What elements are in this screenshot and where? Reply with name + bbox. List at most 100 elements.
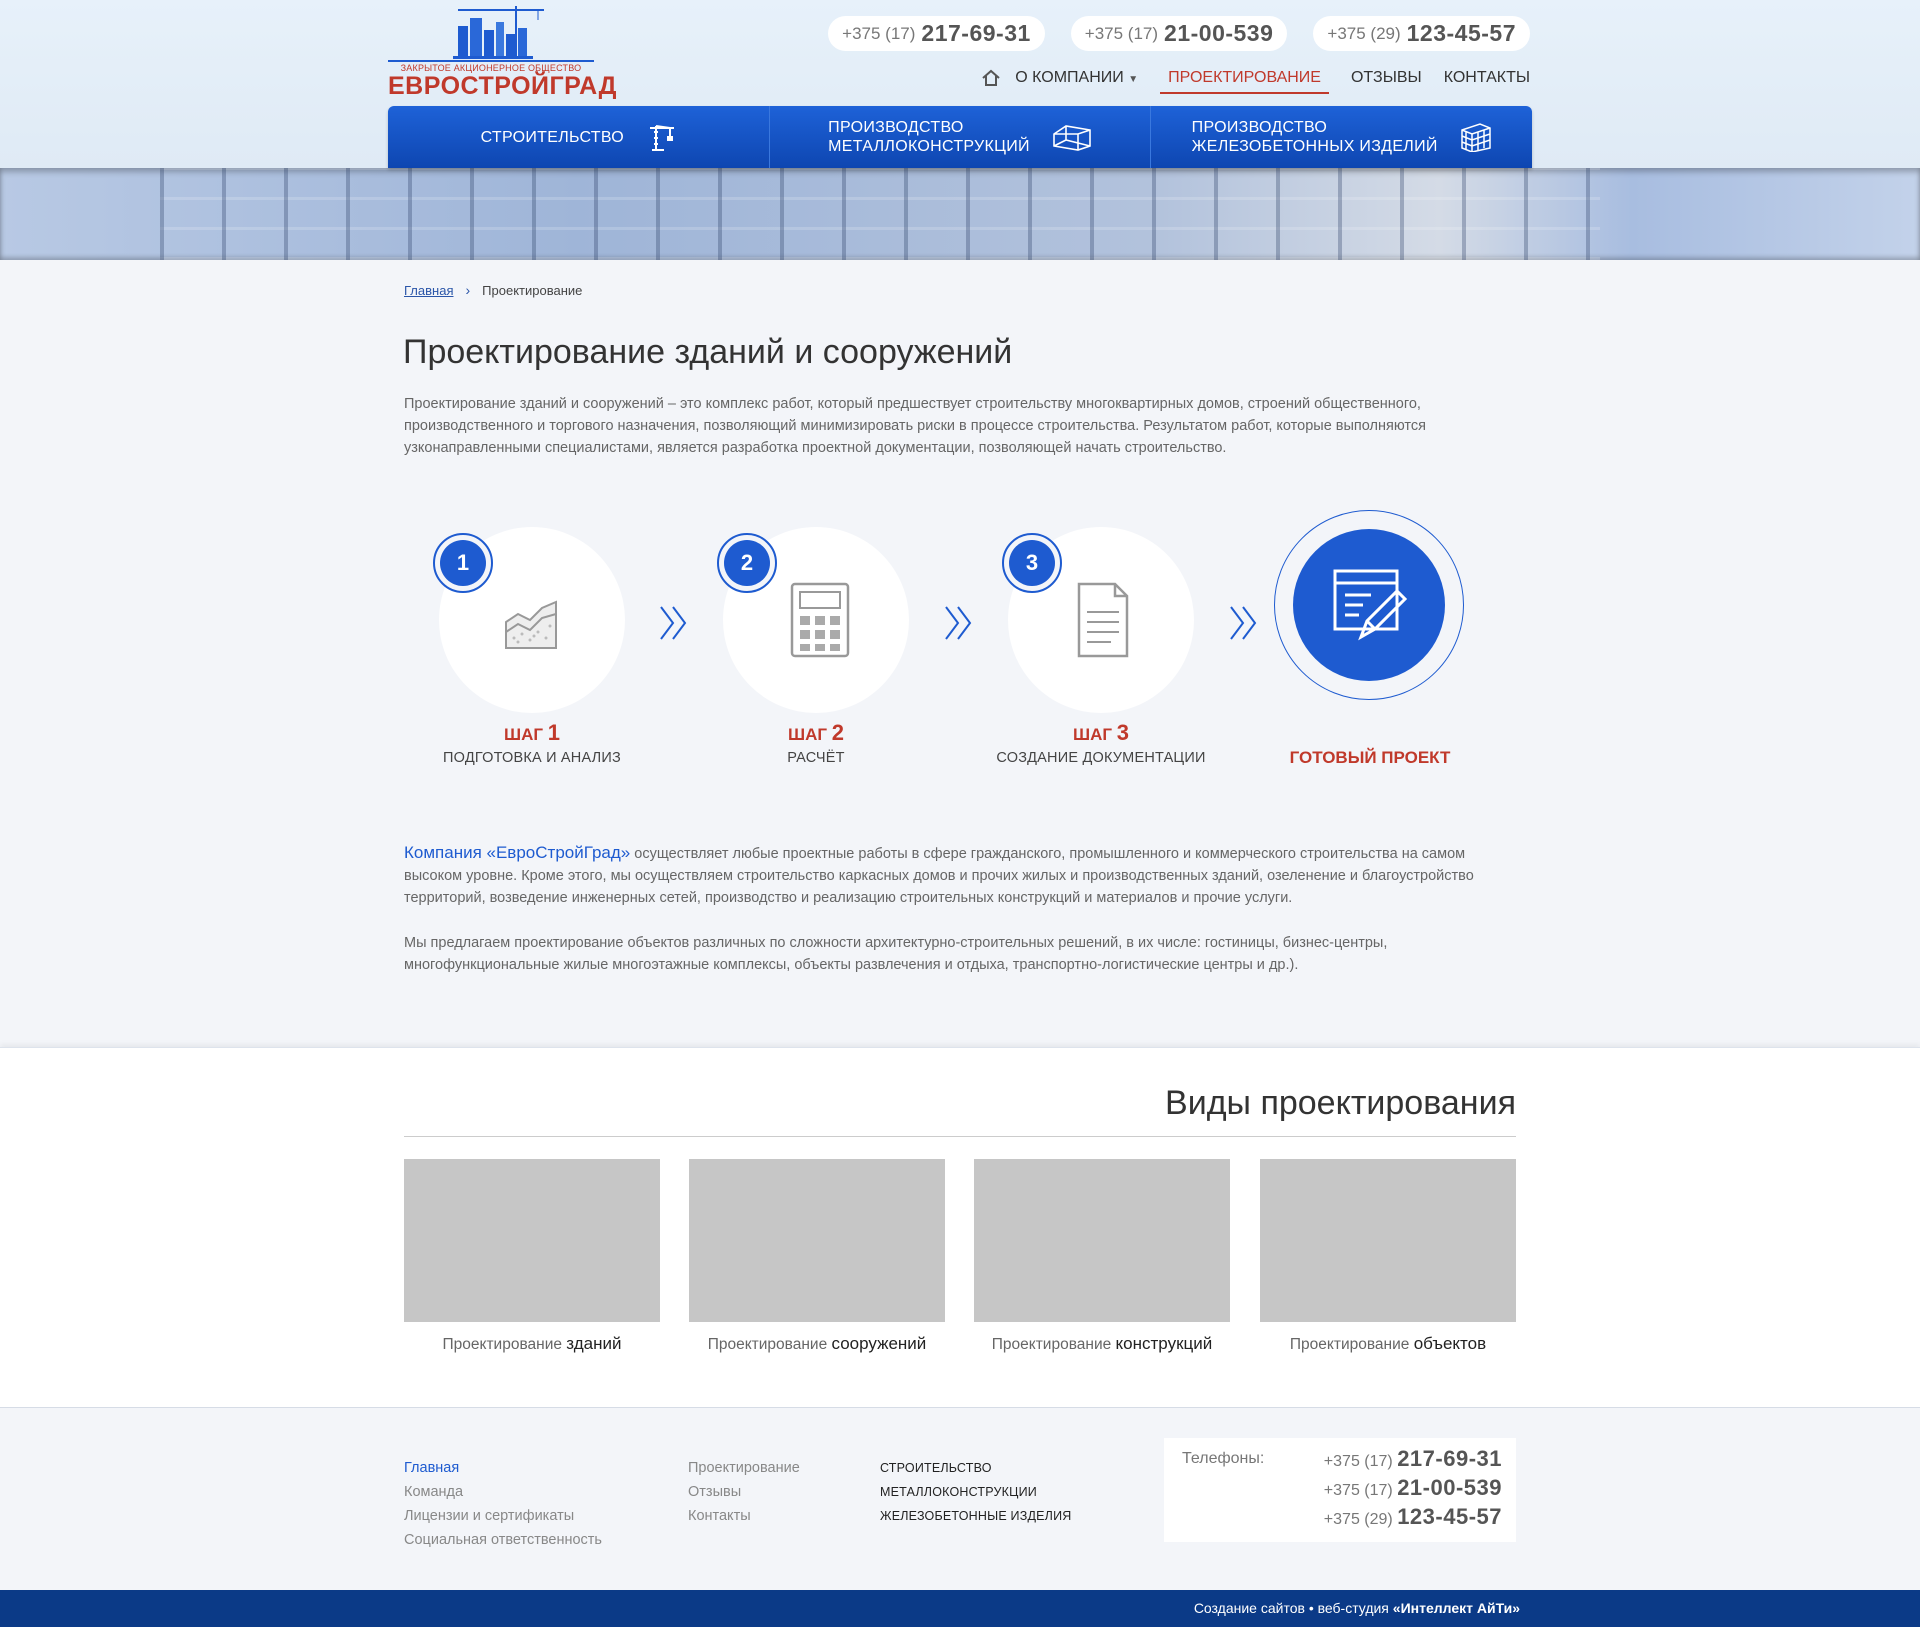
topnav-design[interactable]: ПРОЕКТИРОВАНИЕ [1160,69,1329,94]
header-phone-2[interactable]: +375 (17) 21-00-539 [1070,16,1288,51]
phone-prefix: +375 (17) [1323,1482,1393,1499]
logo-buildings-icon [453,6,544,59]
phone-number: 123-45-57 [1406,20,1516,46]
footer-link[interactable]: Контакты [688,1504,800,1528]
intro-paragraph: Проектирование зданий и сооружений – это… [404,396,1426,456]
header: ЗАКРЫТОЕ АКЦИОНЕРНОЕ ОБЩЕСТВО ЕВРОСТРОЙГ… [0,0,1920,168]
step-description: ПОДГОТОВКА И АНАЛИЗ [443,750,621,766]
mainnav-line2: МЕТАЛЛОКОНСТРУКЦИЙ [828,138,1030,155]
phone-prefix: +375 (29) [1323,1511,1393,1528]
type-card[interactable]: Проектирование зданий [404,1159,660,1354]
type-card[interactable]: Проектирование конструкций [974,1159,1230,1354]
step-badge: 2 [717,533,777,593]
type-card-image[interactable] [404,1159,660,1322]
design-types-section: Виды проектирования Проектирование здани… [0,1047,1920,1407]
caption-word: сооружений [831,1334,927,1353]
main-navigation: СТРОИТЕЛЬСТВО ПРОИЗВОДСТВО МЕТАЛЛОКОНСТРУ… [388,106,1532,168]
footer-link[interactable]: Лицензии и сертификаты [404,1504,602,1528]
metal-frame-icon [1053,125,1091,151]
credit-prefix: Создание сайтов [1193,1600,1305,1616]
phone-prefix: +375 (17) [1084,23,1159,43]
type-card[interactable]: Проектирование сооружений [689,1159,945,1354]
footer-link[interactable]: МЕТАЛЛОКОНСТРУКЦИИ [880,1480,1072,1504]
banner-building-image [160,168,1600,260]
double-chevron-icon [660,606,687,640]
step-1-caption: ШАГ 1 ПОДГОТОВКА И АНАЛИЗ [402,720,662,766]
mainnav-concrete[interactable]: ПРОИЗВОДСТВО ЖЕЛЕЗОБЕТОННЫХ ИЗДЕЛИЙ [1151,106,1532,168]
step-3-circle: 3 [1002,527,1194,713]
mainnav-label: ПРОИЗВОДСТВО ЖЕЛЕЗОБЕТОННЫХ ИЗДЕЛИЙ [1192,118,1438,156]
header-phone-1[interactable]: +375 (17) 217-69-31 [828,16,1045,51]
footer-link[interactable]: Проектирование [688,1456,800,1480]
bottom-bar: Создание сайтов • веб-студия «Интеллект … [0,1590,1920,1627]
chevron-right-icon: › [465,282,471,298]
type-card-image[interactable] [689,1159,945,1322]
step-2-caption: ШАГ 2 РАСЧЁТ [686,720,946,766]
final-step-circle [1274,510,1464,700]
topnav-about[interactable]: О КОМПАНИИ ▼ [1015,69,1138,87]
type-card[interactable]: Проектирование объектов [1260,1159,1516,1354]
footer-link[interactable]: Команда [404,1480,602,1504]
mainnav-label: ПРОИЗВОДСТВО МЕТАЛЛОКОНСТРУКЦИЙ [828,118,1030,156]
type-card-caption[interactable]: Проектирование объектов [1260,1334,1516,1354]
final-step-caption: ГОТОВЫЙ ПРОЕКТ [1289,748,1451,767]
caption-prefix: Проектирование [1289,1336,1410,1353]
caption-word: зданий [566,1334,622,1353]
footer-phone[interactable]: +375 (29) 123-45-57 [1324,1502,1502,1531]
breadcrumb-home-link[interactable]: Главная [404,283,453,298]
footer-phones-box: Телефоны: +375 (17) 217-69-31 +375 (17) … [1164,1438,1516,1542]
divider [404,1136,1516,1137]
step-description: РАСЧЁТ [787,750,845,766]
footer-link[interactable]: Главная [404,1456,602,1480]
phone-prefix: +375 (17) [1323,1453,1393,1470]
mainnav-metal[interactable]: ПРОИЗВОДСТВО МЕТАЛЛОКОНСТРУКЦИЙ [770,106,1152,168]
step-number: 2 [724,540,770,586]
credit-mid: веб-студия [1313,1600,1393,1616]
home-icon[interactable] [981,68,1001,88]
step-2-circle: 2 [717,527,909,713]
mainnav-label: СТРОИТЕЛЬСТВО [480,128,625,146]
step-description: СОЗДАНИЕ ДОКУМЕНТАЦИИ [996,750,1206,766]
document-icon [1077,582,1129,658]
page-title: Проектирование зданий и сооружений [403,333,1013,371]
footer-link[interactable]: СТРОИТЕЛЬСТВО [880,1456,1072,1480]
concrete-blocks-icon [1460,123,1491,152]
caption-prefix: Проектирование [707,1336,828,1353]
mainnav-line1: ПРОИЗВОДСТВО [1191,119,1328,136]
type-card-image[interactable] [1260,1159,1516,1322]
final-step-core [1293,529,1445,681]
topnav-contacts[interactable]: КОНТАКТЫ [1444,69,1530,87]
phone-number: 217-69-31 [1397,1446,1502,1471]
company-logo[interactable]: ЗАКРЫТОЕ АКЦИОНЕРНОЕ ОБЩЕСТВО ЕВРОСТРОЙГ… [388,4,616,100]
breadcrumb: Главная › Проектирование [404,282,582,298]
double-chevron-icon [945,606,972,640]
topnav-reviews[interactable]: ОТЗЫВЫ [1351,69,1422,87]
type-card-caption[interactable]: Проектирование конструкций [974,1334,1230,1354]
footer-phone[interactable]: +375 (17) 21-00-539 [1324,1473,1502,1502]
studio-link[interactable]: «Интеллект АйТи» [1393,1600,1520,1616]
footer-link[interactable]: ЖЕЛЕЗОБЕТОННЫЕ ИЗДЕЛИЯ [880,1504,1072,1528]
phones-label: Телефоны: [1182,1450,1265,1467]
credits: Создание сайтов • веб-студия «Интеллект … [1194,1600,1520,1616]
phone-number: 21-00-539 [1397,1475,1502,1500]
double-chevron-icon [1230,606,1257,640]
step-number-text: 1 [547,720,560,745]
topnav-about-label: О КОМПАНИИ [1015,69,1124,86]
header-phone-3[interactable]: +375 (29) 123-45-57 [1313,16,1530,51]
section-title: Виды проектирования [1165,1084,1516,1122]
company-name-link[interactable]: Компания «ЕвроСтройГрад» [404,843,630,862]
crane-icon [650,125,675,151]
footer-phone-list: +375 (17) 217-69-31 +375 (17) 21-00-539 … [1324,1444,1502,1531]
step-number-text: 3 [1116,720,1129,745]
chevron-down-icon: ▼ [1128,74,1139,85]
logo-name: ЕВРОСТРОЙГРАД [388,72,617,100]
footer-column-1: Главная Команда Лицензии и сертификаты С… [404,1456,602,1552]
footer-phone[interactable]: +375 (17) 217-69-31 [1324,1444,1502,1473]
type-card-image[interactable] [974,1159,1230,1322]
step-number: 3 [1009,540,1055,586]
footer-link[interactable]: Отзывы [688,1480,800,1504]
mainnav-construction[interactable]: СТРОИТЕЛЬСТВО [388,106,770,168]
type-card-caption[interactable]: Проектирование сооружений [689,1334,945,1354]
footer-link[interactable]: Социальная ответственность [404,1528,602,1552]
type-card-caption[interactable]: Проектирование зданий [404,1334,660,1354]
